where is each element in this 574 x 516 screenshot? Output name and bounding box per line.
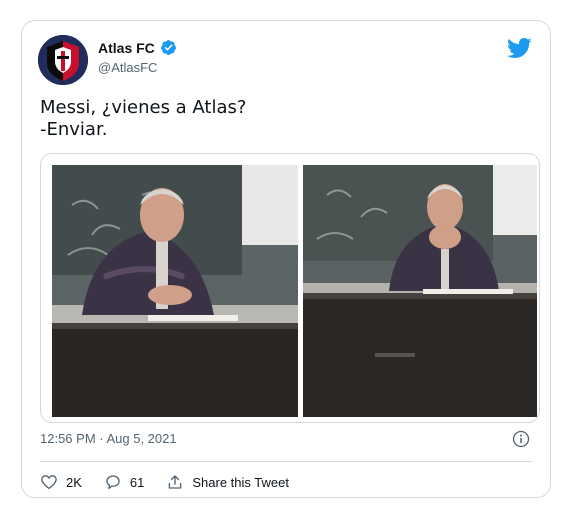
author-name[interactable]: Atlas FC	[98, 40, 155, 56]
photo-professor-left[interactable]	[52, 165, 298, 417]
photo-professor-right[interactable]	[303, 165, 537, 417]
tweet-actions: 2K 61 Share this Tweet	[40, 473, 311, 491]
share-label: Share this Tweet	[192, 474, 289, 490]
heart-icon	[41, 475, 57, 490]
tweet-timestamp[interactable]: 12:56 PM · Aug 5, 2021	[40, 431, 177, 446]
reply-count: 61	[129, 474, 145, 490]
atlas-crest-icon	[38, 35, 88, 85]
author-handle[interactable]: @AtlasFC	[98, 60, 157, 75]
tweet-card: Atlas FC @AtlasFC Messi, ¿vienes a Atlas…	[21, 20, 551, 498]
share-button[interactable]: Share this Tweet	[166, 473, 289, 491]
like-button[interactable]: 2K	[40, 473, 82, 491]
info-icon[interactable]	[512, 430, 530, 448]
divider	[40, 461, 532, 462]
reply-button[interactable]: 61	[104, 473, 144, 491]
avatar[interactable]	[38, 35, 88, 85]
tweet-media[interactable]	[40, 153, 540, 423]
verified-badge-icon	[160, 40, 176, 55]
speech-bubble-icon	[106, 475, 120, 490]
tweet-text: Messi, ¿vienes a Atlas? -Enviar.	[40, 97, 247, 140]
like-count: 2K	[66, 474, 82, 490]
share-upload-icon	[169, 475, 182, 489]
twitter-bird-icon[interactable]	[506, 35, 532, 61]
